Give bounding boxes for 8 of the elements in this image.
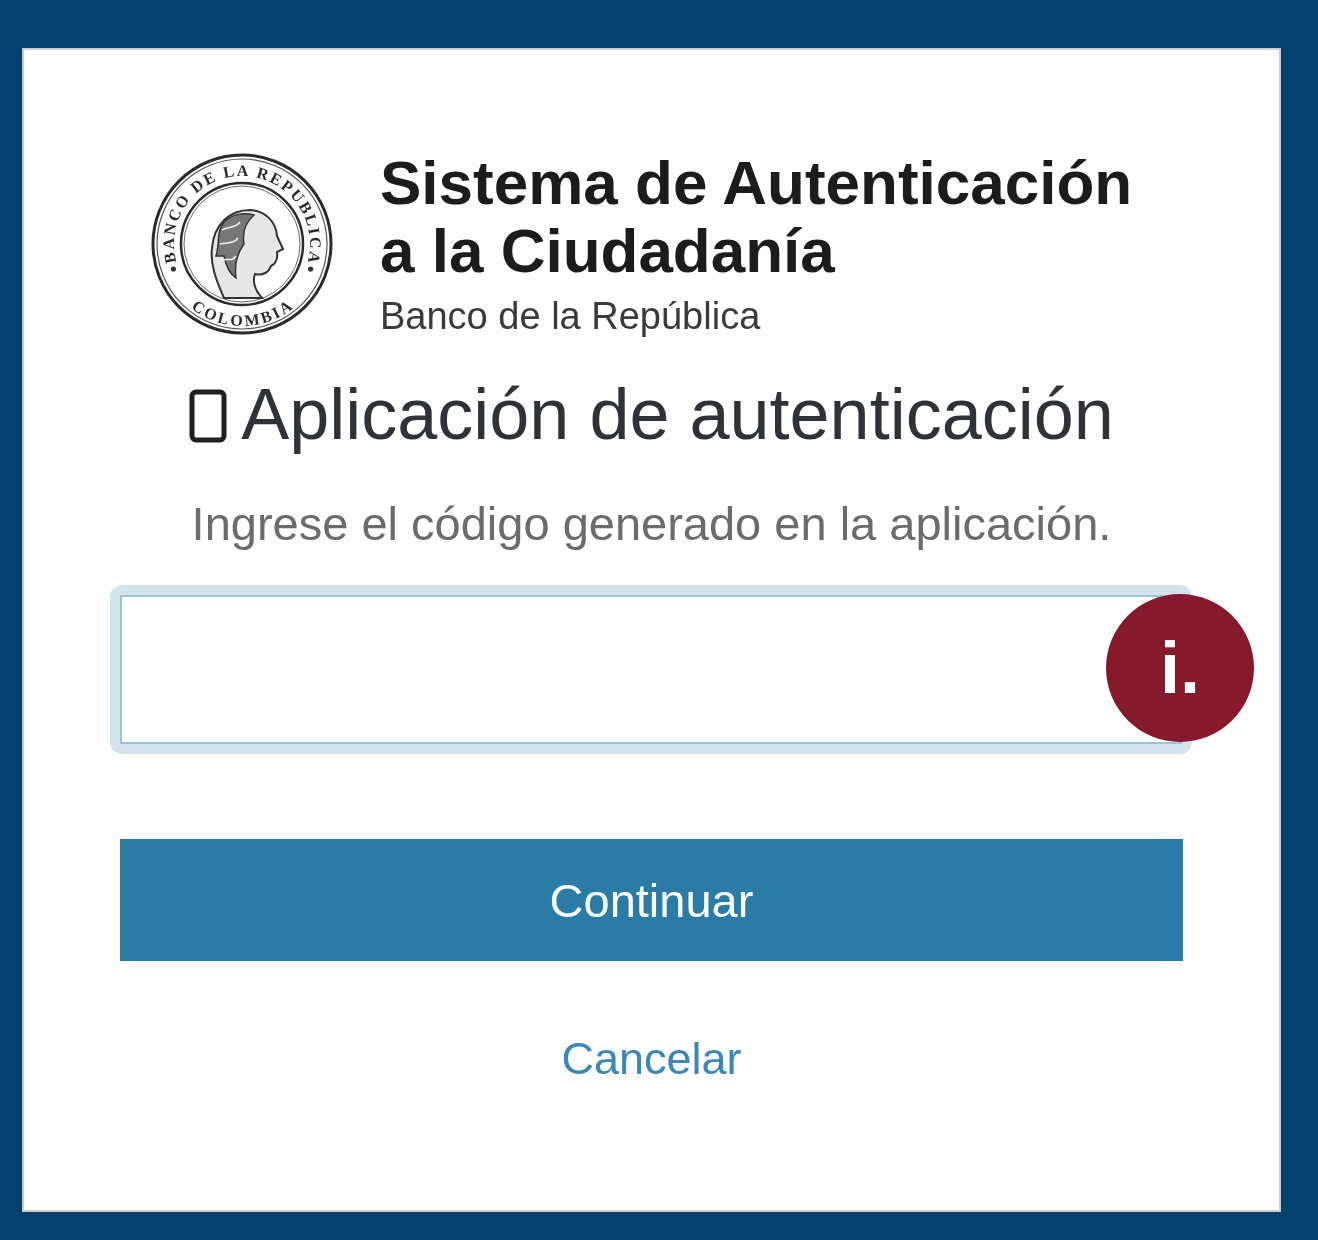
instruction-text: Ingrese el código generado en la aplicación. bbox=[190, 496, 1113, 552]
section-heading: Aplicación de autenticación bbox=[241, 373, 1114, 456]
bank-name: Banco de la República bbox=[380, 294, 762, 338]
mobile-phone-icon bbox=[189, 389, 228, 443]
continue-button[interactable]: Continuar bbox=[120, 839, 1183, 961]
app-title: Sistema de Autenticación a la Ciudadanía bbox=[380, 149, 1134, 285]
cancel-link[interactable]: Cancelar bbox=[561, 1032, 742, 1086]
seal-text: COLOMBIA bbox=[189, 296, 295, 329]
